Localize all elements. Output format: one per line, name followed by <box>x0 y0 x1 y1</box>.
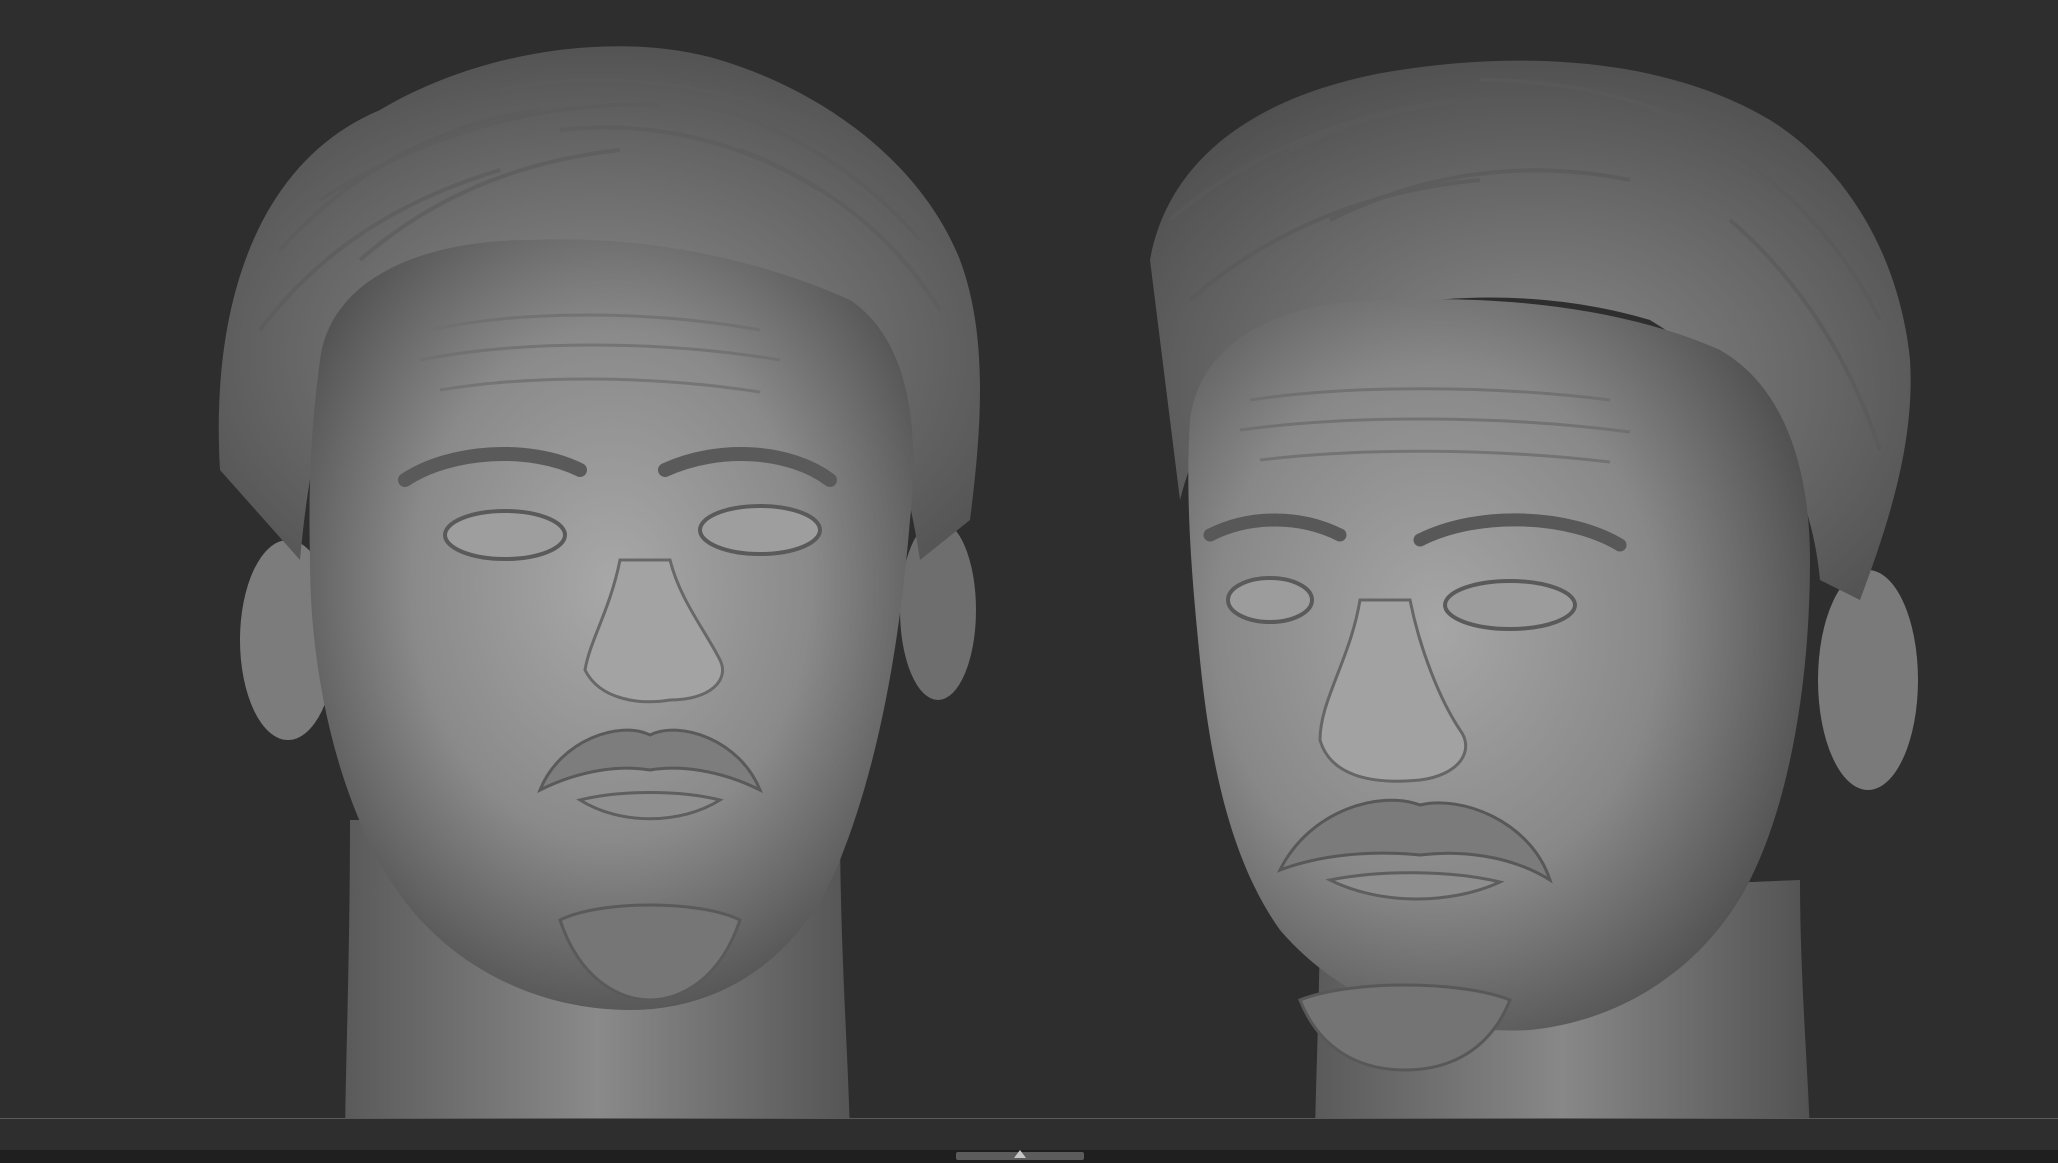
eye-left <box>1226 576 1314 624</box>
3d-viewport[interactable] <box>0 0 2058 1118</box>
face <box>1188 299 1810 1031</box>
head-model-three-quarter-render <box>1150 60 1918 1118</box>
head-model-front-render <box>218 46 980 1118</box>
timeline-track[interactable] <box>0 1119 2058 1150</box>
eye-right <box>1443 579 1577 631</box>
head-model-three-quarter-view[interactable] <box>1130 0 1960 1118</box>
head-model-front-view[interactable] <box>200 0 1000 1118</box>
eye-left <box>443 509 567 561</box>
timeline-scrubber-icon[interactable] <box>1014 1150 1026 1158</box>
eye-right <box>698 504 822 556</box>
ear-right <box>1818 570 1918 790</box>
ear-right <box>900 520 976 700</box>
